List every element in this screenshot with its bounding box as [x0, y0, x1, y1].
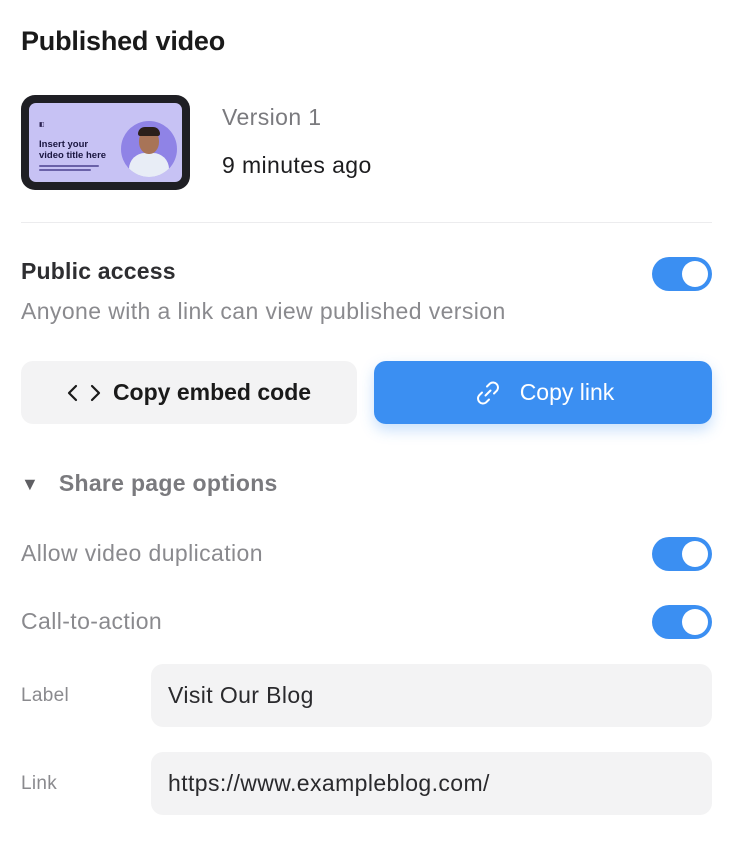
public-access-title: Public access — [21, 258, 176, 284]
link-chain-icon — [472, 377, 504, 409]
published-time: 9 minutes ago — [222, 152, 372, 178]
cta-link-caption: Link — [21, 773, 58, 794]
cta-link-input[interactable] — [151, 752, 712, 815]
section-divider — [21, 222, 712, 223]
public-access-description: Anyone with a link can view published ve… — [21, 298, 506, 324]
toggle-knob — [682, 261, 708, 287]
copy-embed-code-label: Copy embed code — [112, 379, 312, 405]
cta-label: Call-to-action — [21, 608, 163, 634]
cta-toggle[interactable] — [652, 605, 712, 639]
allow-duplication-label: Allow video duplication — [21, 540, 263, 566]
share-page-options-label: Share page options — [58, 470, 278, 496]
cta-label-input[interactable] — [151, 664, 712, 727]
presenter-avatar — [121, 121, 177, 177]
copy-link-button[interactable]: Copy link — [374, 361, 712, 424]
copy-embed-code-button[interactable]: Copy embed code — [21, 361, 357, 424]
thumbnail-brand-logo: ◧ — [39, 121, 45, 128]
published-video-panel: Published video ◧ Insert your video titl… — [0, 0, 736, 842]
brand-logo-icon: ◧ — [39, 122, 45, 128]
toggle-knob — [682, 609, 708, 635]
code-brackets-icon — [67, 383, 101, 403]
thumbnail-frame: ◧ Insert your video title here — [29, 103, 182, 182]
thumbnail-subtext-lines — [39, 165, 99, 173]
cta-label-caption: Label — [21, 685, 69, 706]
video-thumbnail[interactable]: ◧ Insert your video title here — [21, 95, 190, 190]
panel-title: Published video — [21, 26, 226, 56]
toggle-knob — [682, 541, 708, 567]
caret-down-icon: ▼ — [21, 474, 39, 494]
thumbnail-headline: Insert your video title here — [39, 139, 107, 161]
allow-duplication-toggle[interactable] — [652, 537, 712, 571]
share-page-options-toggle[interactable]: ▼ Share page options — [21, 470, 278, 497]
copy-link-label: Copy link — [519, 379, 615, 405]
version-label: Version 1 — [222, 104, 322, 130]
public-access-toggle[interactable] — [652, 257, 712, 291]
